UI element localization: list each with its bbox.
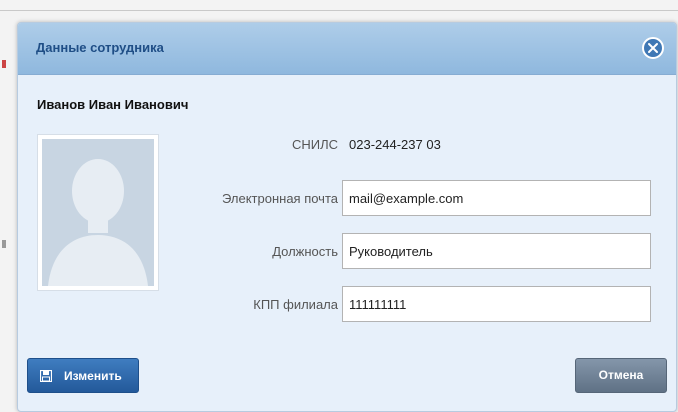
backdrop-marker [2,240,6,248]
email-field[interactable] [342,180,651,216]
position-label: Должность [272,244,338,259]
avatar [42,139,154,286]
cancel-button-label: Отмена [598,368,644,382]
snils-label: СНИЛС [291,137,338,152]
avatar-placeholder-icon [48,159,148,286]
close-icon [648,43,658,53]
employee-name: Иванов Иван Иванович [37,97,189,112]
close-button[interactable] [642,37,664,59]
edit-button-label: Изменить [64,369,122,383]
save-icon [40,370,52,382]
kpp-label: КПП филиала [253,297,338,312]
position-field[interactable] [342,233,651,269]
dialog-title: Данные сотрудника [36,40,164,55]
snils-value: 023-244-237 03 [349,137,441,152]
cancel-button[interactable]: Отмена [575,358,667,393]
edit-button[interactable]: Изменить [27,358,139,393]
backdrop-divider [0,10,678,11]
backdrop-marker [2,60,6,68]
employee-photo [37,134,159,291]
dialog-titlebar: Данные сотрудника [18,23,676,75]
email-label: Электронная почта [221,191,338,206]
kpp-field[interactable] [342,286,651,322]
employee-dialog: Данные сотрудника Иванов Иван Иванович С… [17,22,677,412]
